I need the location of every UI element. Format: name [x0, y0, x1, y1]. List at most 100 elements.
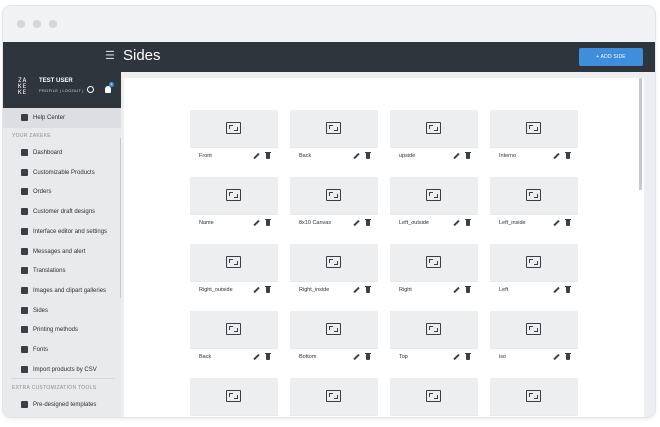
pencil-icon[interactable] [353, 354, 359, 360]
side-card[interactable]: upside [390, 110, 478, 164]
side-card[interactable]: Interno [490, 110, 578, 164]
user-links[interactable]: PROFILE | LOGOUT | [39, 88, 84, 93]
pencil-icon[interactable] [353, 220, 359, 226]
pencil-icon[interactable] [453, 153, 459, 159]
bell-icon[interactable] [105, 86, 111, 93]
trash-icon[interactable] [365, 219, 371, 226]
side-thumbnail[interactable] [290, 311, 378, 348]
globe-icon[interactable] [87, 86, 94, 93]
side-thumbnail[interactable] [490, 177, 578, 214]
trash-icon[interactable] [365, 286, 371, 293]
trash-icon[interactable] [265, 219, 271, 226]
pencil-icon[interactable] [253, 354, 259, 360]
side-card[interactable] [290, 378, 378, 417]
trash-icon[interactable] [465, 353, 471, 360]
trash-icon[interactable] [465, 152, 471, 159]
trash-icon[interactable] [465, 219, 471, 226]
pencil-icon[interactable] [553, 287, 559, 293]
side-card[interactable] [490, 378, 578, 417]
trash-icon[interactable] [265, 152, 271, 159]
side-card[interactable]: Name [190, 177, 278, 231]
sidebar-item-dashboard[interactable]: Dashboard [3, 144, 121, 162]
pencil-icon[interactable] [353, 153, 359, 159]
sidebar-item-fonts[interactable]: Fonts [3, 341, 121, 359]
sidebar-item-printing-methods[interactable]: Printing methods [3, 321, 121, 339]
side-card[interactable]: Left_inside [490, 177, 578, 231]
side-thumbnail[interactable] [390, 177, 478, 214]
side-card[interactable]: Back [290, 110, 378, 164]
sidebar-item-customizable-products[interactable]: Customizable Products [3, 164, 121, 182]
side-card[interactable] [190, 378, 278, 417]
pencil-icon[interactable] [453, 354, 459, 360]
side-card[interactable]: iso [490, 311, 578, 365]
user-name: TEST USER [39, 78, 73, 84]
sidebar-item-orders[interactable]: Orders [3, 183, 121, 201]
content-scrollbar[interactable] [639, 78, 642, 190]
sidebar-item-images-and-clipart-galleries[interactable]: Images and clipart galleries [3, 282, 121, 300]
trash-icon[interactable] [565, 152, 571, 159]
image-placeholder-icon [326, 122, 341, 134]
trash-icon[interactable] [565, 353, 571, 360]
sidebar-item-interface-editor-and-settings[interactable]: Interface editor and settings [3, 223, 121, 241]
side-card[interactable]: Back [190, 311, 278, 365]
side-thumbnail[interactable] [390, 311, 478, 348]
side-thumbnail[interactable] [190, 110, 278, 147]
trash-icon[interactable] [365, 353, 371, 360]
trash-icon[interactable] [565, 286, 571, 293]
side-thumbnail[interactable] [190, 177, 278, 214]
sidebar-scrollbar[interactable] [120, 138, 121, 298]
sidebar-item-help-center[interactable]: Help Center [3, 108, 121, 128]
sidebar-item-sides[interactable]: Sides [3, 302, 121, 320]
side-thumbnail[interactable] [390, 378, 478, 415]
pencil-icon[interactable] [253, 153, 259, 159]
pencil-icon[interactable] [553, 354, 559, 360]
side-card[interactable] [390, 378, 478, 417]
side-thumbnail[interactable] [490, 378, 578, 415]
trash-icon[interactable] [465, 286, 471, 293]
side-thumbnail[interactable] [290, 177, 378, 214]
paint-roller-icon [21, 227, 28, 235]
side-card[interactable]: Right [390, 244, 478, 298]
side-thumbnail[interactable] [290, 110, 378, 147]
trash-icon[interactable] [265, 353, 271, 360]
sidebar-item-label: Help Center [33, 115, 66, 121]
sidebar-item-pre-designed-templates[interactable]: Pre-designed templates [3, 396, 121, 414]
side-thumbnail[interactable] [490, 244, 578, 281]
side-card[interactable]: Bottom [290, 311, 378, 365]
side-card[interactable]: Front [190, 110, 278, 164]
side-thumbnail[interactable] [190, 378, 278, 415]
add-side-button[interactable]: + ADD SIDE [579, 48, 643, 66]
pencil-icon[interactable] [453, 287, 459, 293]
hamburger-icon[interactable]: ☰ [105, 50, 115, 62]
side-thumbnail[interactable] [190, 311, 278, 348]
side-thumbnail[interactable] [290, 378, 378, 415]
sidebar-item-messages-and-alert[interactable]: Messages and alert [3, 243, 121, 261]
pencil-icon[interactable] [553, 220, 559, 226]
pencil-icon[interactable] [553, 153, 559, 159]
side-thumbnail[interactable] [490, 110, 578, 147]
image-placeholder-icon [226, 122, 241, 134]
side-thumbnail[interactable] [490, 311, 578, 348]
sidebar-item-customer-draft-designs[interactable]: Customer draft designs [3, 203, 121, 221]
side-card[interactable]: Top [390, 311, 478, 365]
sidebar-item-translations[interactable]: Translations [3, 262, 121, 280]
side-card[interactable]: Left_outside [390, 177, 478, 231]
sidebar-item-import-products-by-csv[interactable]: Import products by CSV [3, 361, 121, 379]
side-card-footer [290, 415, 378, 417]
side-card[interactable]: 8x10 Canvas [290, 177, 378, 231]
side-thumbnail[interactable] [390, 110, 478, 147]
sidebar-item-label: Images and clipart galleries [33, 287, 107, 294]
side-thumbnail[interactable] [190, 244, 278, 281]
pencil-icon[interactable] [253, 220, 259, 226]
pencil-icon[interactable] [353, 287, 359, 293]
trash-icon[interactable] [565, 219, 571, 226]
pencil-icon[interactable] [253, 287, 259, 293]
pencil-icon[interactable] [453, 220, 459, 226]
trash-icon[interactable] [365, 152, 371, 159]
trash-icon[interactable] [265, 286, 271, 293]
side-card[interactable]: Right_inside [290, 244, 378, 298]
side-card[interactable]: Right_outside [190, 244, 278, 298]
side-thumbnail[interactable] [290, 244, 378, 281]
side-thumbnail[interactable] [390, 244, 478, 281]
side-card[interactable]: Left [490, 244, 578, 298]
